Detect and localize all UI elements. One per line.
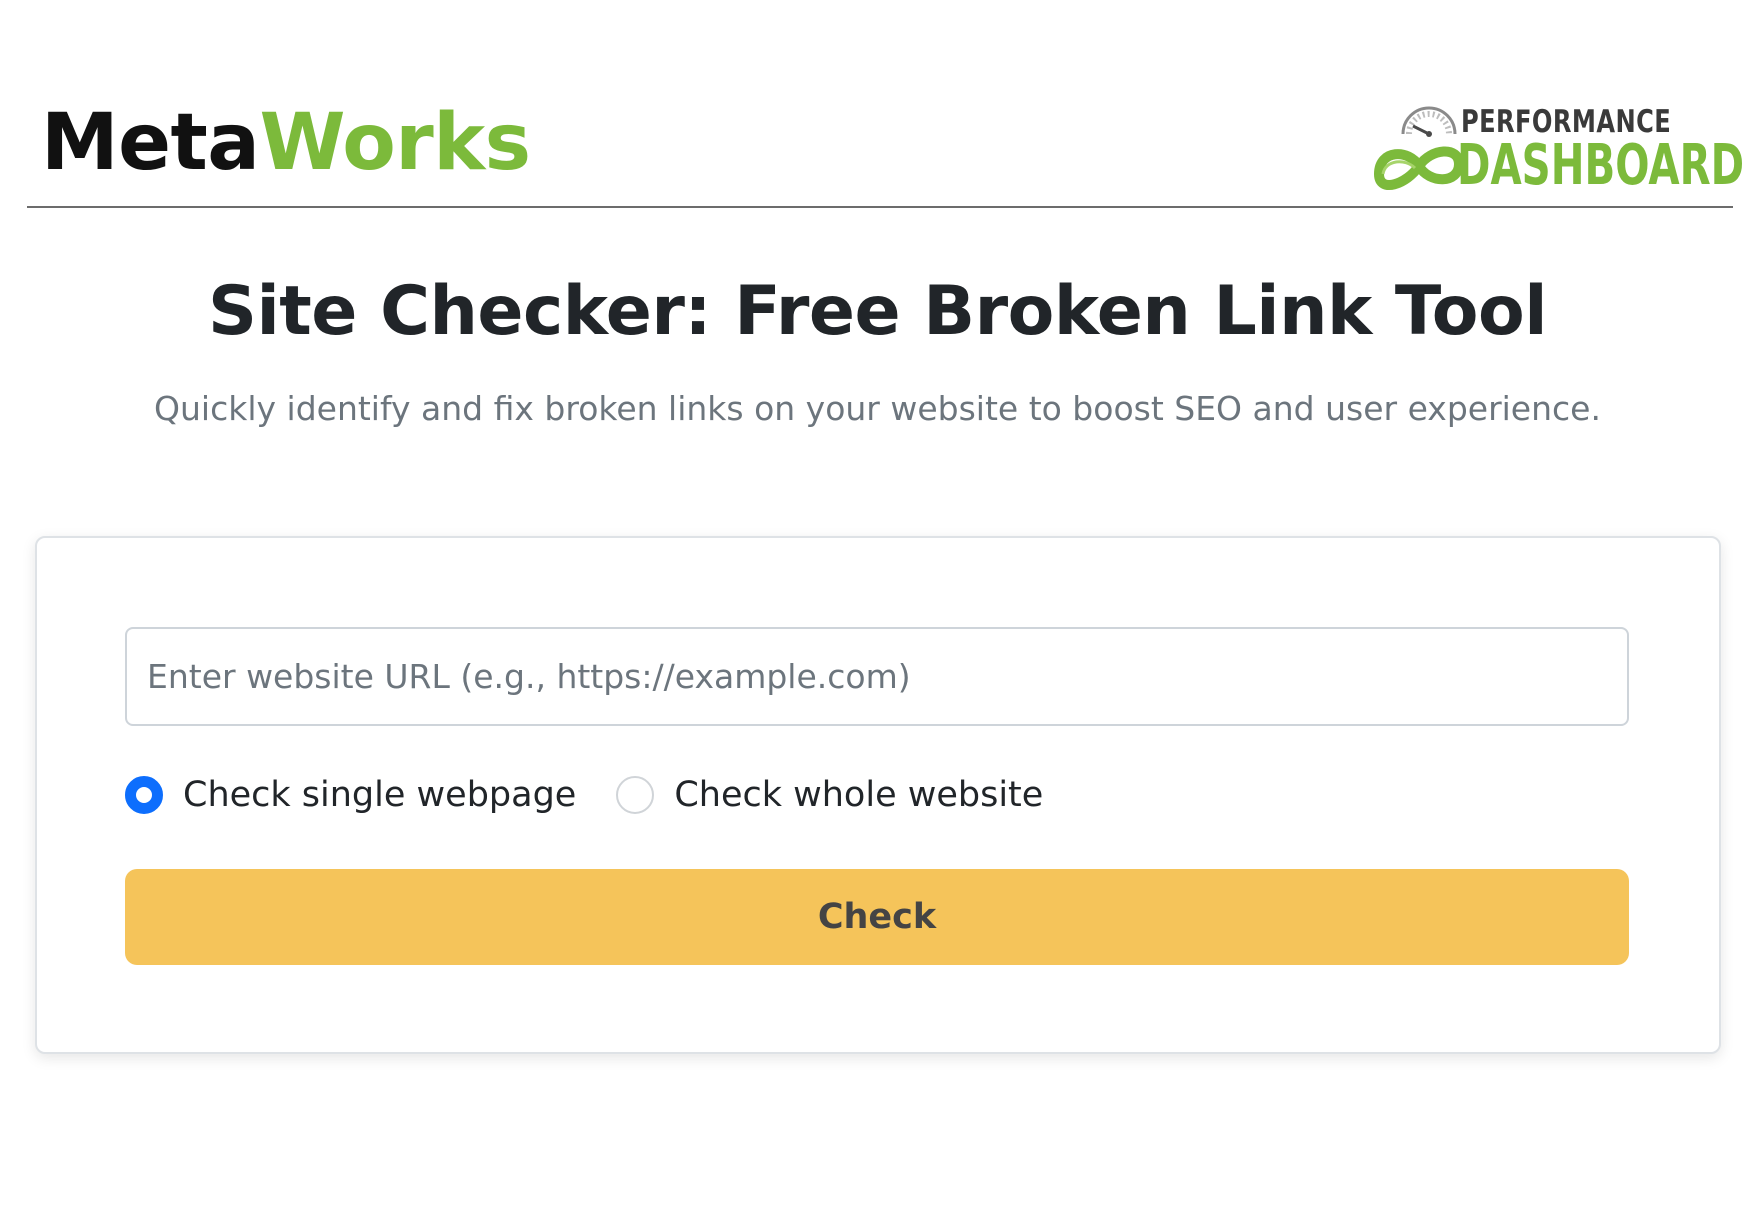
metaworks-logo[interactable]: MetaWorks bbox=[41, 104, 531, 182]
radio-whole-website[interactable] bbox=[616, 776, 655, 814]
option-whole-website[interactable]: Check whole website bbox=[616, 775, 1043, 815]
logo-text-works: Works bbox=[259, 98, 531, 188]
page-subtitle: Quickly identify and fix broken links on… bbox=[154, 389, 1601, 428]
option-single-webpage[interactable]: Check single webpage bbox=[125, 775, 576, 815]
checker-form-card: Check single webpage Check whole website… bbox=[35, 536, 1721, 1054]
logo-text-dashboard: DASHBOARD bbox=[1457, 133, 1745, 198]
url-input[interactable] bbox=[125, 627, 1629, 726]
speedometer-infinity-icon bbox=[1374, 106, 1464, 190]
logo-text-meta: Meta bbox=[41, 98, 260, 188]
page: MetaWorks PERFORMANCE DASHBOARD Site Che… bbox=[0, 0, 1755, 1219]
option-label-single-webpage: Check single webpage bbox=[183, 775, 577, 815]
site-header: MetaWorks PERFORMANCE DASHBOARD bbox=[27, 0, 1744, 208]
option-label-whole-website: Check whole website bbox=[674, 775, 1044, 815]
performance-dashboard-logo[interactable]: PERFORMANCE DASHBOARD bbox=[1369, 104, 1744, 200]
page-title: Site Checker: Free Broken Link Tool bbox=[207, 272, 1548, 351]
check-button[interactable]: Check bbox=[125, 869, 1629, 965]
scan-scope-radio-group: Check single webpage Check whole website bbox=[125, 767, 1043, 823]
radio-single-webpage[interactable] bbox=[125, 776, 163, 814]
